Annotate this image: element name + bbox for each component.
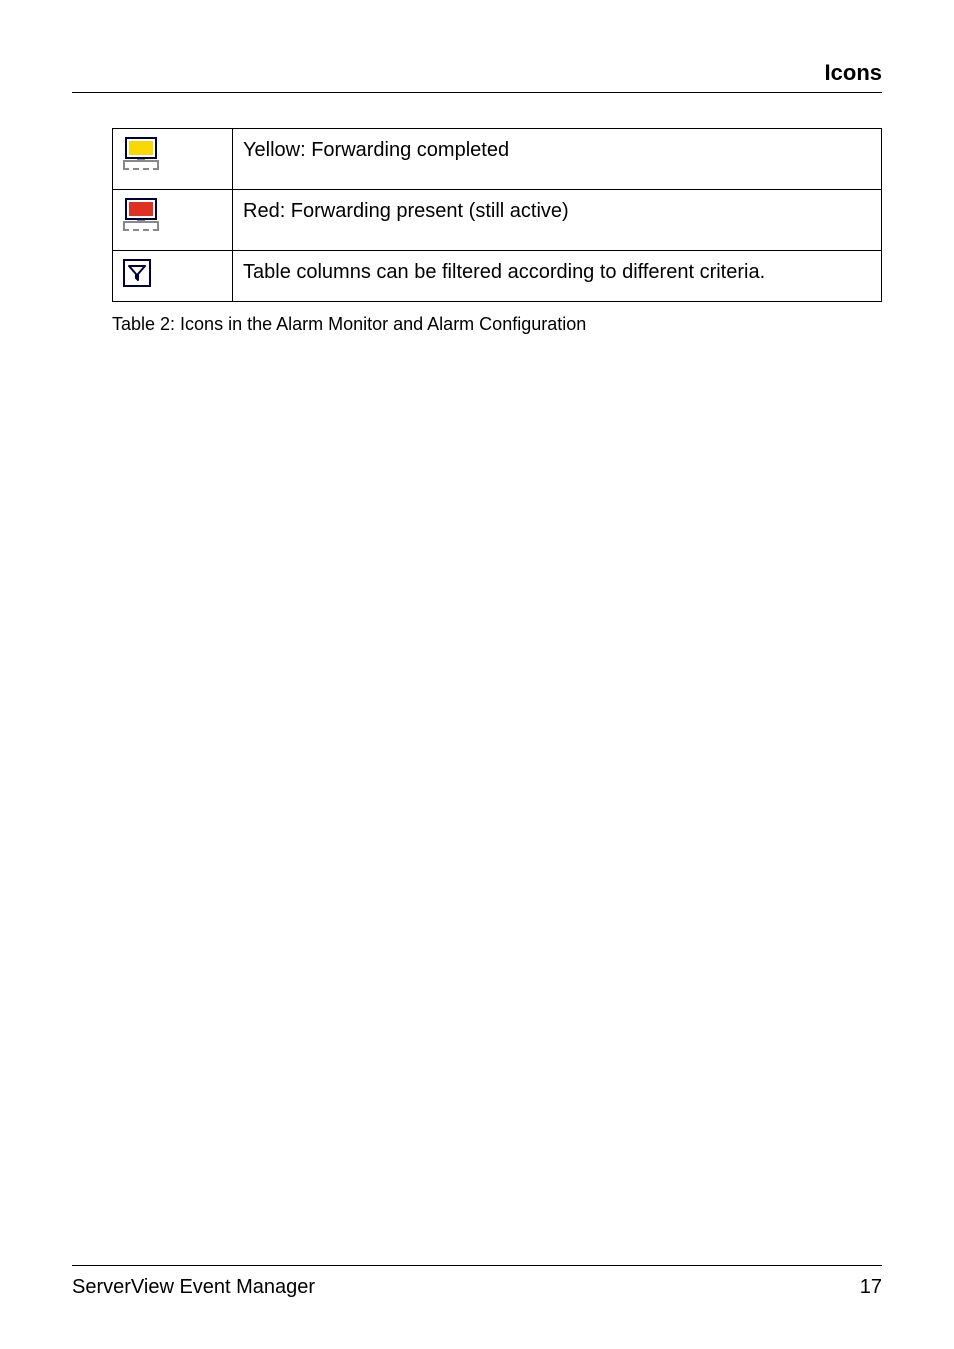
page-footer: ServerView Event Manager 17 (72, 1265, 882, 1299)
forwarding-active-icon (123, 198, 163, 236)
icon-description: Yellow: Forwarding completed (233, 129, 882, 190)
icon-description: Table columns can be filtered according … (233, 251, 882, 302)
filter-icon (123, 259, 151, 287)
icons-table: Yellow: Forwarding completed (112, 128, 882, 302)
icon-description: Red: Forwarding present (still active) (233, 190, 882, 251)
forwarding-completed-icon (123, 137, 163, 175)
page-header: Icons (72, 60, 882, 93)
footer-page-number: 17 (860, 1276, 882, 1299)
icon-cell (113, 251, 233, 302)
table-row: Red: Forwarding present (still active) (113, 190, 882, 251)
header-title: Icons (825, 60, 882, 85)
table-row: Table columns can be filtered according … (113, 251, 882, 302)
icon-cell (113, 129, 233, 190)
table-caption: Table 2: Icons in the Alarm Monitor and … (112, 314, 882, 335)
footer-left: ServerView Event Manager (72, 1276, 315, 1299)
icon-cell (113, 190, 233, 251)
table-row: Yellow: Forwarding completed (113, 129, 882, 190)
